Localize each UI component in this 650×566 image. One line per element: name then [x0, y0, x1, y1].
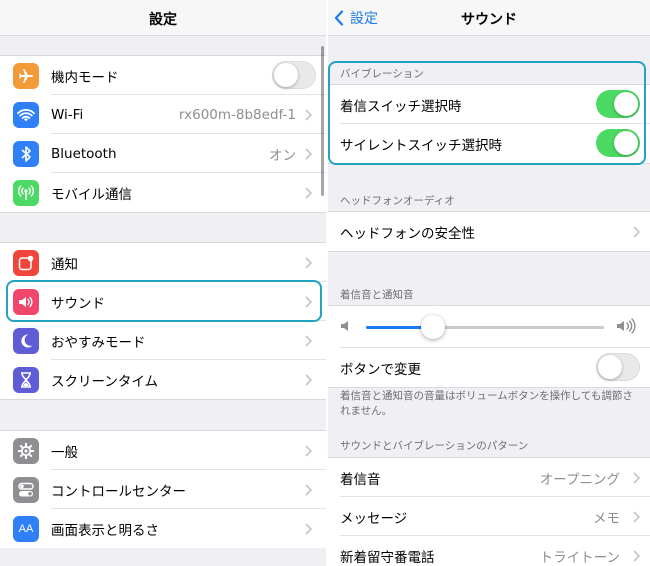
notifications-label: 通知	[51, 256, 78, 273]
settings-group-connectivity: 機内モード Wi-Fi rx600m-8b8edf-1 Bluetooth オン	[0, 55, 326, 213]
display-brightness-label: 画面表示と明るさ	[51, 522, 159, 539]
ringer-volume-row	[328, 306, 650, 348]
settings-group-notifications: 通知 サウンド おやすみモード スクリーンタイム	[0, 242, 326, 400]
control-center-label: コントロールセンター	[51, 483, 186, 500]
ringer-alerts-group: ボタンで変更	[328, 305, 650, 388]
screen-time-label: スクリーンタイム	[51, 373, 159, 390]
scrollbar[interactable]	[321, 46, 324, 196]
chevron-right-icon	[305, 296, 312, 308]
ringtone-label: 着信音	[340, 471, 381, 488]
vibrate-on-ring-label: 着信スイッチ選択時	[340, 98, 462, 115]
airplane-mode-label: 機内モード	[51, 69, 119, 86]
new-voicemail-row[interactable]: 新着留守番電話 トライトーン	[328, 536, 650, 566]
sound-patterns-header: サウンドとバイブレーションのパターン	[340, 440, 529, 452]
vibrate-on-silent-row: サイレントスイッチ選択時	[328, 124, 650, 163]
chevron-right-icon	[305, 484, 312, 496]
vibration-header: バイブレーション	[340, 68, 424, 80]
do-not-disturb-label: おやすみモード	[51, 334, 146, 351]
headphone-audio-group: ヘッドフォンの安全性	[328, 211, 650, 252]
ringer-volume-knob[interactable]	[420, 315, 445, 339]
ringer-alerts-header: 着信音と通知音	[340, 289, 414, 301]
sounds-title: サウンド	[461, 12, 517, 28]
wifi-label: Wi-Fi	[51, 106, 84, 123]
chevron-right-icon	[305, 523, 312, 535]
airplane-mode-toggle[interactable]	[272, 61, 316, 89]
text-size-icon: AA	[13, 515, 39, 542]
ringer-footer-note: 着信音と通知音の音量はボリュームボタンを操作しても調節されません。	[340, 390, 633, 417]
chevron-right-icon	[305, 257, 312, 269]
text-tone-label: メッセージ	[340, 510, 408, 527]
settings-title: 設定	[149, 12, 177, 28]
hourglass-icon	[13, 366, 39, 393]
ringtone-value: オープニング	[539, 471, 620, 488]
headphone-audio-header: ヘッドフォンオーディオ	[340, 195, 455, 207]
wifi-network-value: rx600m-8b8edf-1	[178, 106, 296, 123]
settings-navbar: 設定	[0, 0, 326, 36]
vibrate-on-ring-row: 着信スイッチ選択時	[328, 85, 650, 124]
change-with-buttons-label: ボタンで変更	[340, 361, 421, 378]
chevron-right-icon	[305, 187, 312, 199]
chevron-right-icon	[305, 445, 312, 457]
settings-row-cellular[interactable]: モバイル通信	[0, 173, 326, 212]
new-voicemail-value: トライトーン	[539, 549, 620, 566]
text-tone-value: メモ	[593, 510, 620, 527]
settings-row-do-not-disturb[interactable]: おやすみモード	[0, 321, 326, 360]
moon-icon	[13, 327, 39, 354]
settings-group-general: 一般 コントロールセンター AA 画面表示と明るさ	[0, 430, 326, 548]
bluetooth-icon	[13, 140, 39, 167]
headphone-safety-row[interactable]: ヘッドフォンの安全性	[328, 212, 650, 251]
toggle-knob	[274, 63, 298, 87]
toggle-knob	[598, 355, 622, 379]
control-center-icon	[13, 476, 39, 503]
bluetooth-status-value: オン	[269, 147, 296, 164]
chevron-right-icon	[633, 550, 640, 562]
vibration-group: 着信スイッチ選択時 サイレントスイッチ選択時	[328, 84, 650, 164]
change-with-buttons-toggle[interactable]	[596, 353, 640, 381]
settings-row-screen-time[interactable]: スクリーンタイム	[0, 360, 326, 399]
chevron-right-icon	[305, 109, 312, 121]
notification-icon	[13, 249, 39, 276]
chevron-right-icon	[633, 226, 640, 238]
settings-row-control-center[interactable]: コントロールセンター	[0, 470, 326, 509]
sounds-label: サウンド	[51, 295, 105, 312]
sounds-navbar: 設定 サウンド	[328, 0, 650, 36]
settings-row-notifications[interactable]: 通知	[0, 243, 326, 282]
volume-high-icon	[617, 318, 636, 334]
volume-low-icon	[341, 321, 348, 331]
sounds-pane: 設定 サウンド バイブレーション 着信スイッチ選択時 サイレントスイッチ選択時 …	[328, 0, 650, 566]
gear-icon	[13, 437, 39, 464]
settings-pane: 設定 機内モード Wi-Fi rx600m-8b8edf-1 Bluetooth	[0, 0, 326, 566]
antenna-icon	[13, 179, 39, 206]
chevron-right-icon	[305, 374, 312, 386]
headphone-safety-label: ヘッドフォンの安全性	[340, 225, 475, 242]
cellular-label: モバイル通信	[51, 186, 132, 203]
general-label: 一般	[51, 444, 78, 461]
text-size-icon-glyph: AA	[18, 522, 34, 535]
settings-row-general[interactable]: 一般	[0, 431, 326, 470]
vibrate-on-ring-toggle[interactable]	[596, 90, 640, 118]
ringer-volume-slider[interactable]	[366, 315, 604, 339]
new-voicemail-label: 新着留守番電話	[340, 549, 435, 566]
vibrate-on-silent-label: サイレントスイッチ選択時	[340, 137, 502, 154]
settings-row-sounds[interactable]: サウンド	[0, 282, 326, 321]
airplane-icon	[13, 62, 39, 89]
settings-row-bluetooth[interactable]: Bluetooth オン	[0, 134, 326, 173]
toggle-knob	[614, 92, 638, 116]
vibrate-on-silent-toggle[interactable]	[596, 129, 640, 157]
bluetooth-label: Bluetooth	[51, 145, 117, 162]
change-with-buttons-row: ボタンで変更	[328, 348, 650, 387]
settings-row-display-brightness[interactable]: AA 画面表示と明るさ	[0, 509, 326, 548]
wifi-icon	[13, 101, 39, 128]
chevron-right-icon	[305, 335, 312, 347]
settings-row-wifi[interactable]: Wi-Fi rx600m-8b8edf-1	[0, 95, 326, 134]
sound-patterns-group: 着信音 オープニング メッセージ メモ 新着留守番電話 トライトーン	[328, 457, 650, 566]
text-tone-row[interactable]: メッセージ メモ	[328, 497, 650, 536]
ringtone-row[interactable]: 着信音 オープニング	[328, 458, 650, 497]
toggle-knob	[614, 131, 638, 155]
chevron-right-icon	[305, 148, 312, 160]
chevron-right-icon	[633, 511, 640, 523]
speaker-icon	[13, 288, 39, 315]
chevron-right-icon	[633, 472, 640, 484]
settings-row-airplane-mode: 機内モード	[0, 56, 326, 95]
